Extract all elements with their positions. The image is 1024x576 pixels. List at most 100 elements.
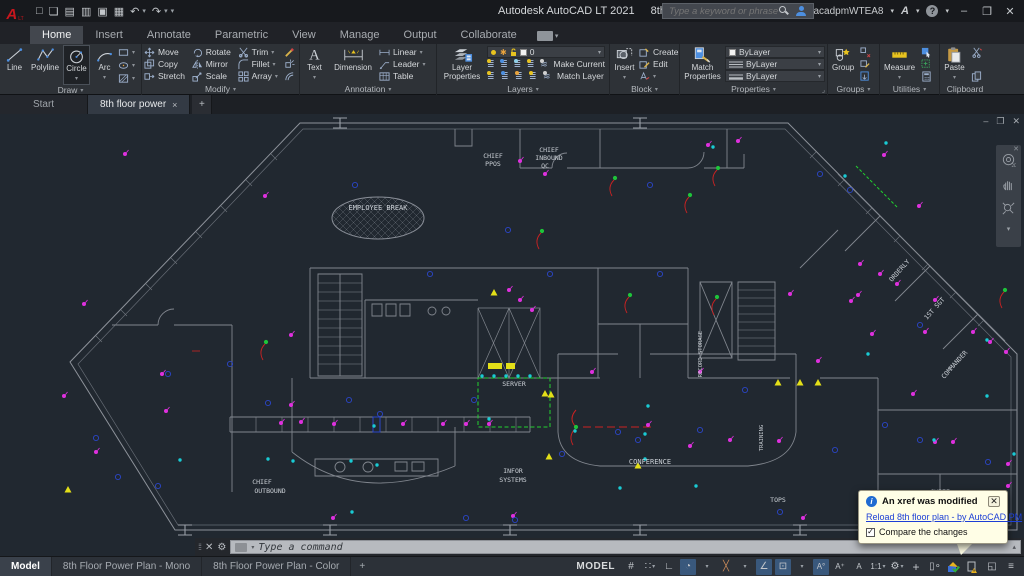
panel-label-groups[interactable]: Groups▾	[828, 83, 879, 95]
isolate-objects-button[interactable]: ▯∘	[927, 559, 943, 575]
save-icon[interactable]: ▤	[65, 5, 75, 18]
leader-button[interactable]: Leader▾	[379, 58, 427, 70]
measure-button[interactable]: Measure ▾	[882, 45, 917, 83]
xref-reload-link[interactable]: Reload 8th floor plan - by AutoCAD PM	[866, 512, 1000, 522]
explode-button[interactable]	[284, 58, 295, 70]
color-dropdown-icon[interactable]: ▾	[818, 49, 821, 56]
drawing-close-icon[interactable]: ✕	[1012, 116, 1020, 127]
tab-collaborate[interactable]: Collaborate	[449, 26, 529, 44]
linetype-combo[interactable]: ByLayer▾	[725, 58, 825, 70]
search-icon[interactable]	[779, 6, 789, 16]
autodesk-app-icon[interactable]: A	[901, 5, 909, 17]
text-button[interactable]: A Text ▾	[302, 45, 327, 83]
file-tab-start[interactable]: Start	[0, 95, 88, 114]
command-customize-icon[interactable]: ⚙	[217, 542, 226, 553]
command-close-icon[interactable]: ✕	[205, 542, 213, 553]
steering-wheel-icon[interactable]: 2D	[1001, 153, 1016, 168]
layer-off-icon[interactable]: ≣	[487, 59, 497, 70]
quick-calculator-button[interactable]	[921, 70, 932, 82]
tab-insert[interactable]: Insert	[83, 26, 135, 44]
fillet-button[interactable]: Fillet▾	[238, 58, 281, 70]
panel-label-annotation[interactable]: Annotation▾	[300, 83, 436, 95]
navbar-dropdown-icon[interactable]: ▾	[1007, 225, 1011, 233]
cut-button[interactable]	[971, 46, 982, 58]
panel-label-layers[interactable]: Layers▾	[437, 83, 609, 95]
lineweight-dropdown-icon[interactable]: ▾	[818, 73, 821, 80]
drawing-canvas[interactable]: CHIEFPPOSCHIEFINBOUNDQCEMPLOYEE BREAKSER…	[0, 114, 1024, 556]
user-dropdown-icon[interactable]: ▾	[891, 7, 895, 15]
customization-menu-button[interactable]: ≡	[1003, 559, 1019, 575]
polar-tracking-toggle[interactable]: ◔	[680, 559, 696, 575]
tab-output[interactable]: Output	[392, 26, 449, 44]
copy-button[interactable]: Copy	[144, 58, 190, 70]
help-icon[interactable]: ?	[926, 5, 938, 17]
osnap-dropdown-icon[interactable]: ▾	[794, 559, 810, 575]
annotation-scale-value[interactable]: 1:1▾	[870, 559, 886, 575]
user-name[interactable]: acadpmWTEA8	[813, 6, 883, 17]
save-as-icon[interactable]: ▥	[81, 5, 91, 18]
zoom-extents-icon[interactable]	[1001, 201, 1016, 216]
circle-button[interactable]: Circle ▾	[63, 45, 90, 85]
layer-combo-dropdown-icon[interactable]: ▾	[598, 49, 601, 56]
minimize-button[interactable]: –	[956, 5, 972, 17]
pan-hand-icon[interactable]	[1001, 177, 1016, 192]
quick-select-button[interactable]	[921, 46, 932, 58]
paste-button[interactable]: Paste ▾	[942, 45, 967, 83]
isodraft-toggle[interactable]: ╳	[718, 559, 734, 575]
command-grip-handle[interactable]: ⁞⁞	[198, 542, 201, 552]
isodraft-dropdown-icon[interactable]: ▾	[737, 559, 753, 575]
layout-tab-model[interactable]: Model	[0, 557, 52, 576]
xref-reload-status-icon[interactable]	[946, 559, 962, 575]
drawing-minimize-icon[interactable]: –	[983, 116, 988, 127]
layout-tab-mono[interactable]: 8th Floor Power Plan - Mono	[52, 557, 202, 576]
ellipse-button[interactable]: ▾	[118, 59, 135, 71]
layer-unlock-all-icon[interactable]: ≣	[529, 71, 540, 82]
group-selection-button[interactable]	[860, 70, 871, 82]
snap-toggle[interactable]: ∷▾	[642, 559, 658, 575]
close-button[interactable]: ✕	[1002, 5, 1018, 18]
layer-freeze-icon[interactable]: ≣	[514, 59, 524, 70]
panel-label-block[interactable]: Block▾	[610, 83, 679, 95]
make-current-button[interactable]: Make Current	[553, 59, 605, 69]
sheet-set-icon[interactable]: ▣	[97, 5, 107, 18]
grid-toggle[interactable]: #	[623, 559, 639, 575]
tab-parametric[interactable]: Parametric	[203, 26, 280, 44]
restore-button[interactable]: ❐	[979, 5, 995, 18]
panel-label-modify[interactable]: Modify▾	[142, 83, 299, 95]
xref-popup-close-icon[interactable]: ✕	[988, 496, 1000, 507]
panel-label-properties[interactable]: Properties▾	[680, 83, 827, 95]
array-button[interactable]: Array▾	[238, 70, 281, 82]
rotate-button[interactable]: Rotate	[192, 46, 236, 58]
measure-dropdown-icon[interactable]: ▾	[898, 74, 901, 83]
workspace-settings-button[interactable]: ⚙▾	[889, 559, 905, 575]
polar-dropdown-icon[interactable]: ▾	[699, 559, 715, 575]
file-tab-document[interactable]: 8th floor power×	[88, 95, 190, 114]
undo-dropdown-icon[interactable]: ▾	[142, 7, 146, 15]
tab-manage[interactable]: Manage	[328, 26, 392, 44]
ortho-toggle[interactable]: ∟	[661, 559, 677, 575]
annotation-autoscale-toggle[interactable]: A⁺	[832, 559, 848, 575]
linetype-dropdown-icon[interactable]: ▾	[818, 61, 821, 68]
compare-changes-checkbox[interactable]: ✓	[866, 528, 875, 537]
navigation-bar[interactable]: ✕ 2D ▾	[996, 145, 1021, 247]
block-attributes-button[interactable]: ▾	[639, 70, 673, 82]
scale-button[interactable]: Scale	[192, 70, 236, 82]
drawing-restore-icon[interactable]: ❐	[996, 116, 1004, 127]
match-properties-button[interactable]: Match Properties	[682, 45, 723, 83]
qat-customize-icon[interactable]: ▾	[171, 7, 175, 15]
arc-button[interactable]: Arc ▾	[92, 45, 117, 85]
layer-on-all-icon[interactable]: ≣	[487, 71, 498, 82]
trim-button[interactable]: Trim▾	[238, 46, 281, 58]
model-space-indicator[interactable]: MODEL	[576, 561, 615, 572]
object-snap-toggle[interactable]: ⊡	[775, 559, 791, 575]
insert-button[interactable]: Insert ▾	[612, 45, 637, 83]
autocad-logo-icon[interactable]: ALT	[0, 0, 30, 22]
arc-dropdown-icon[interactable]: ▾	[103, 74, 106, 83]
paste-dropdown-icon[interactable]: ▾	[953, 74, 956, 83]
layer-select-combo[interactable]: ✱ 0 ▾	[487, 46, 605, 58]
properties-dialog-launcher-icon[interactable]: ⌟	[822, 86, 825, 94]
clean-screen-toggle[interactable]: ◱	[984, 559, 1000, 575]
group-button[interactable]: Group	[830, 45, 856, 83]
plot-icon[interactable]: ▦	[114, 5, 124, 18]
layer-lock-icon[interactable]: ≣	[527, 59, 537, 70]
